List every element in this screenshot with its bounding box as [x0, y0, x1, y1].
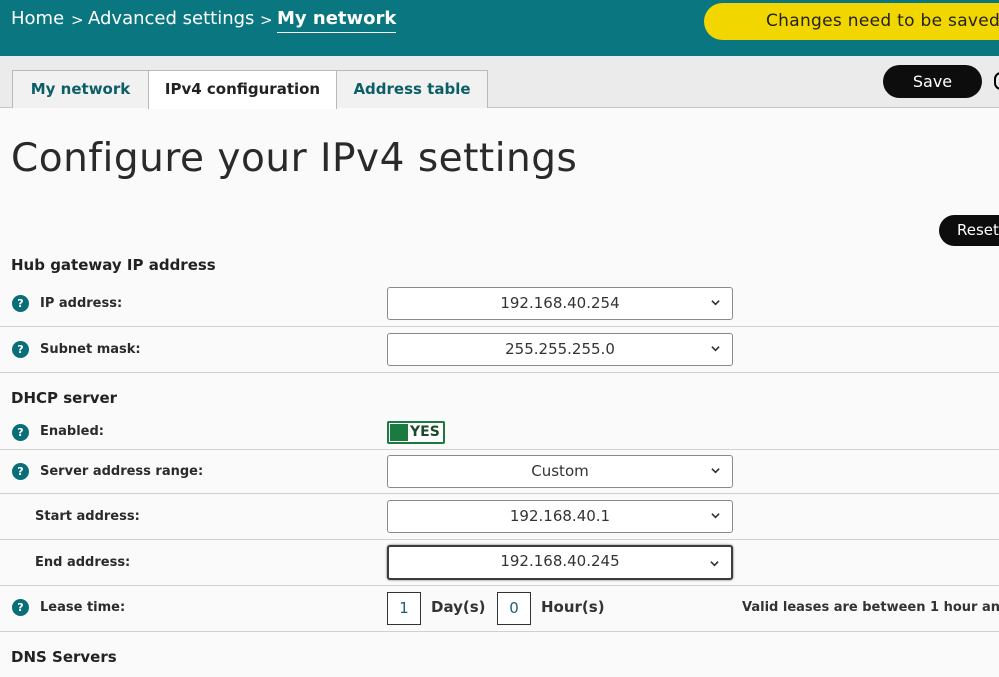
row-divider — [0, 326, 999, 327]
lease-days-unit: Day(s) — [431, 598, 486, 616]
tab-label: My network — [30, 80, 131, 98]
dhcp-enabled-toggle[interactable]: YES — [387, 421, 445, 444]
toggle-state-text: YES — [410, 424, 440, 440]
unsaved-changes-banner: Changes need to be saved — [704, 3, 999, 40]
help-icon[interactable]: ? — [12, 295, 29, 312]
lease-time-label: Lease time: — [40, 600, 126, 615]
tab-label: IPv4 configuration — [164, 80, 321, 98]
server-address-range-value: Custom — [531, 462, 589, 480]
section-title-dhcp-server: DHCP server — [11, 389, 118, 407]
top-navigation-bar: Home > Advanced settings > My network Ch… — [0, 0, 999, 56]
row-divider — [0, 449, 999, 450]
overflow-button[interactable] — [994, 72, 999, 90]
start-address-value: 192.168.40.1 — [509, 507, 611, 525]
page-title: Configure your IPv4 settings — [11, 136, 578, 181]
ip-address-label: IP address: — [40, 296, 123, 311]
lease-validity-note: Valid leases are between 1 hour and 21 — [742, 600, 999, 615]
row-divider — [0, 539, 999, 540]
end-address-select[interactable]: 192.168.40.245 — [387, 545, 733, 580]
row-divider — [0, 585, 999, 586]
help-icon[interactable]: ? — [12, 341, 29, 358]
subnet-mask-select[interactable]: 255.255.255.0 — [387, 333, 733, 366]
help-icon[interactable]: ? — [12, 599, 29, 616]
toggle-knob — [390, 424, 408, 441]
lease-hours-unit: Hour(s) — [541, 598, 605, 616]
breadcrumb-separator-icon: > — [260, 11, 273, 29]
subnet-mask-value: 255.255.255.0 — [505, 340, 615, 358]
tab-label: Address table — [353, 80, 471, 98]
tab-my-network[interactable]: My network — [12, 70, 149, 108]
chevron-down-icon — [711, 513, 720, 519]
save-button[interactable]: Save — [883, 65, 982, 98]
end-address-label: End address: — [35, 555, 131, 570]
row-divider — [0, 372, 999, 373]
server-address-range-label: Server address range: — [40, 464, 204, 479]
tab-ipv4-configuration[interactable]: IPv4 configuration — [148, 70, 337, 109]
section-title-dns-servers: DNS Servers — [11, 648, 117, 666]
chevron-down-icon — [711, 346, 720, 352]
start-address-label: Start address: — [35, 509, 140, 524]
section-title-hub-gateway: Hub gateway IP address — [11, 256, 216, 274]
breadcrumb-home[interactable]: Home — [11, 8, 64, 29]
ip-address-select[interactable]: 192.168.40.254 — [387, 287, 733, 320]
breadcrumb-current-page: My network — [277, 8, 397, 33]
subnet-mask-label: Subnet mask: — [40, 342, 141, 357]
dhcp-enabled-label: Enabled: — [40, 424, 104, 439]
row-divider — [0, 493, 999, 494]
unsaved-changes-text: Changes need to be saved — [766, 11, 999, 31]
reset-button[interactable]: Reset — [939, 215, 999, 246]
help-icon[interactable]: ? — [12, 424, 29, 441]
start-address-select[interactable]: 192.168.40.1 — [387, 500, 733, 533]
lease-days-input[interactable]: 1 — [387, 592, 421, 625]
chevron-down-icon — [710, 561, 719, 567]
help-icon[interactable]: ? — [12, 463, 29, 480]
row-divider — [0, 631, 999, 632]
chevron-down-icon — [711, 468, 720, 474]
breadcrumb-separator-icon: > — [71, 11, 84, 29]
server-address-range-select[interactable]: Custom — [387, 455, 733, 488]
chevron-down-icon — [711, 300, 720, 306]
lease-hours-input[interactable]: 0 — [497, 592, 531, 625]
breadcrumb-advanced-settings[interactable]: Advanced settings — [88, 8, 254, 29]
tab-bar: My network IPv4 configuration Address ta… — [0, 56, 999, 109]
end-address-value: 192.168.40.245 — [500, 552, 620, 570]
ip-address-value: 192.168.40.254 — [500, 294, 620, 312]
tab-address-table[interactable]: Address table — [336, 70, 488, 108]
